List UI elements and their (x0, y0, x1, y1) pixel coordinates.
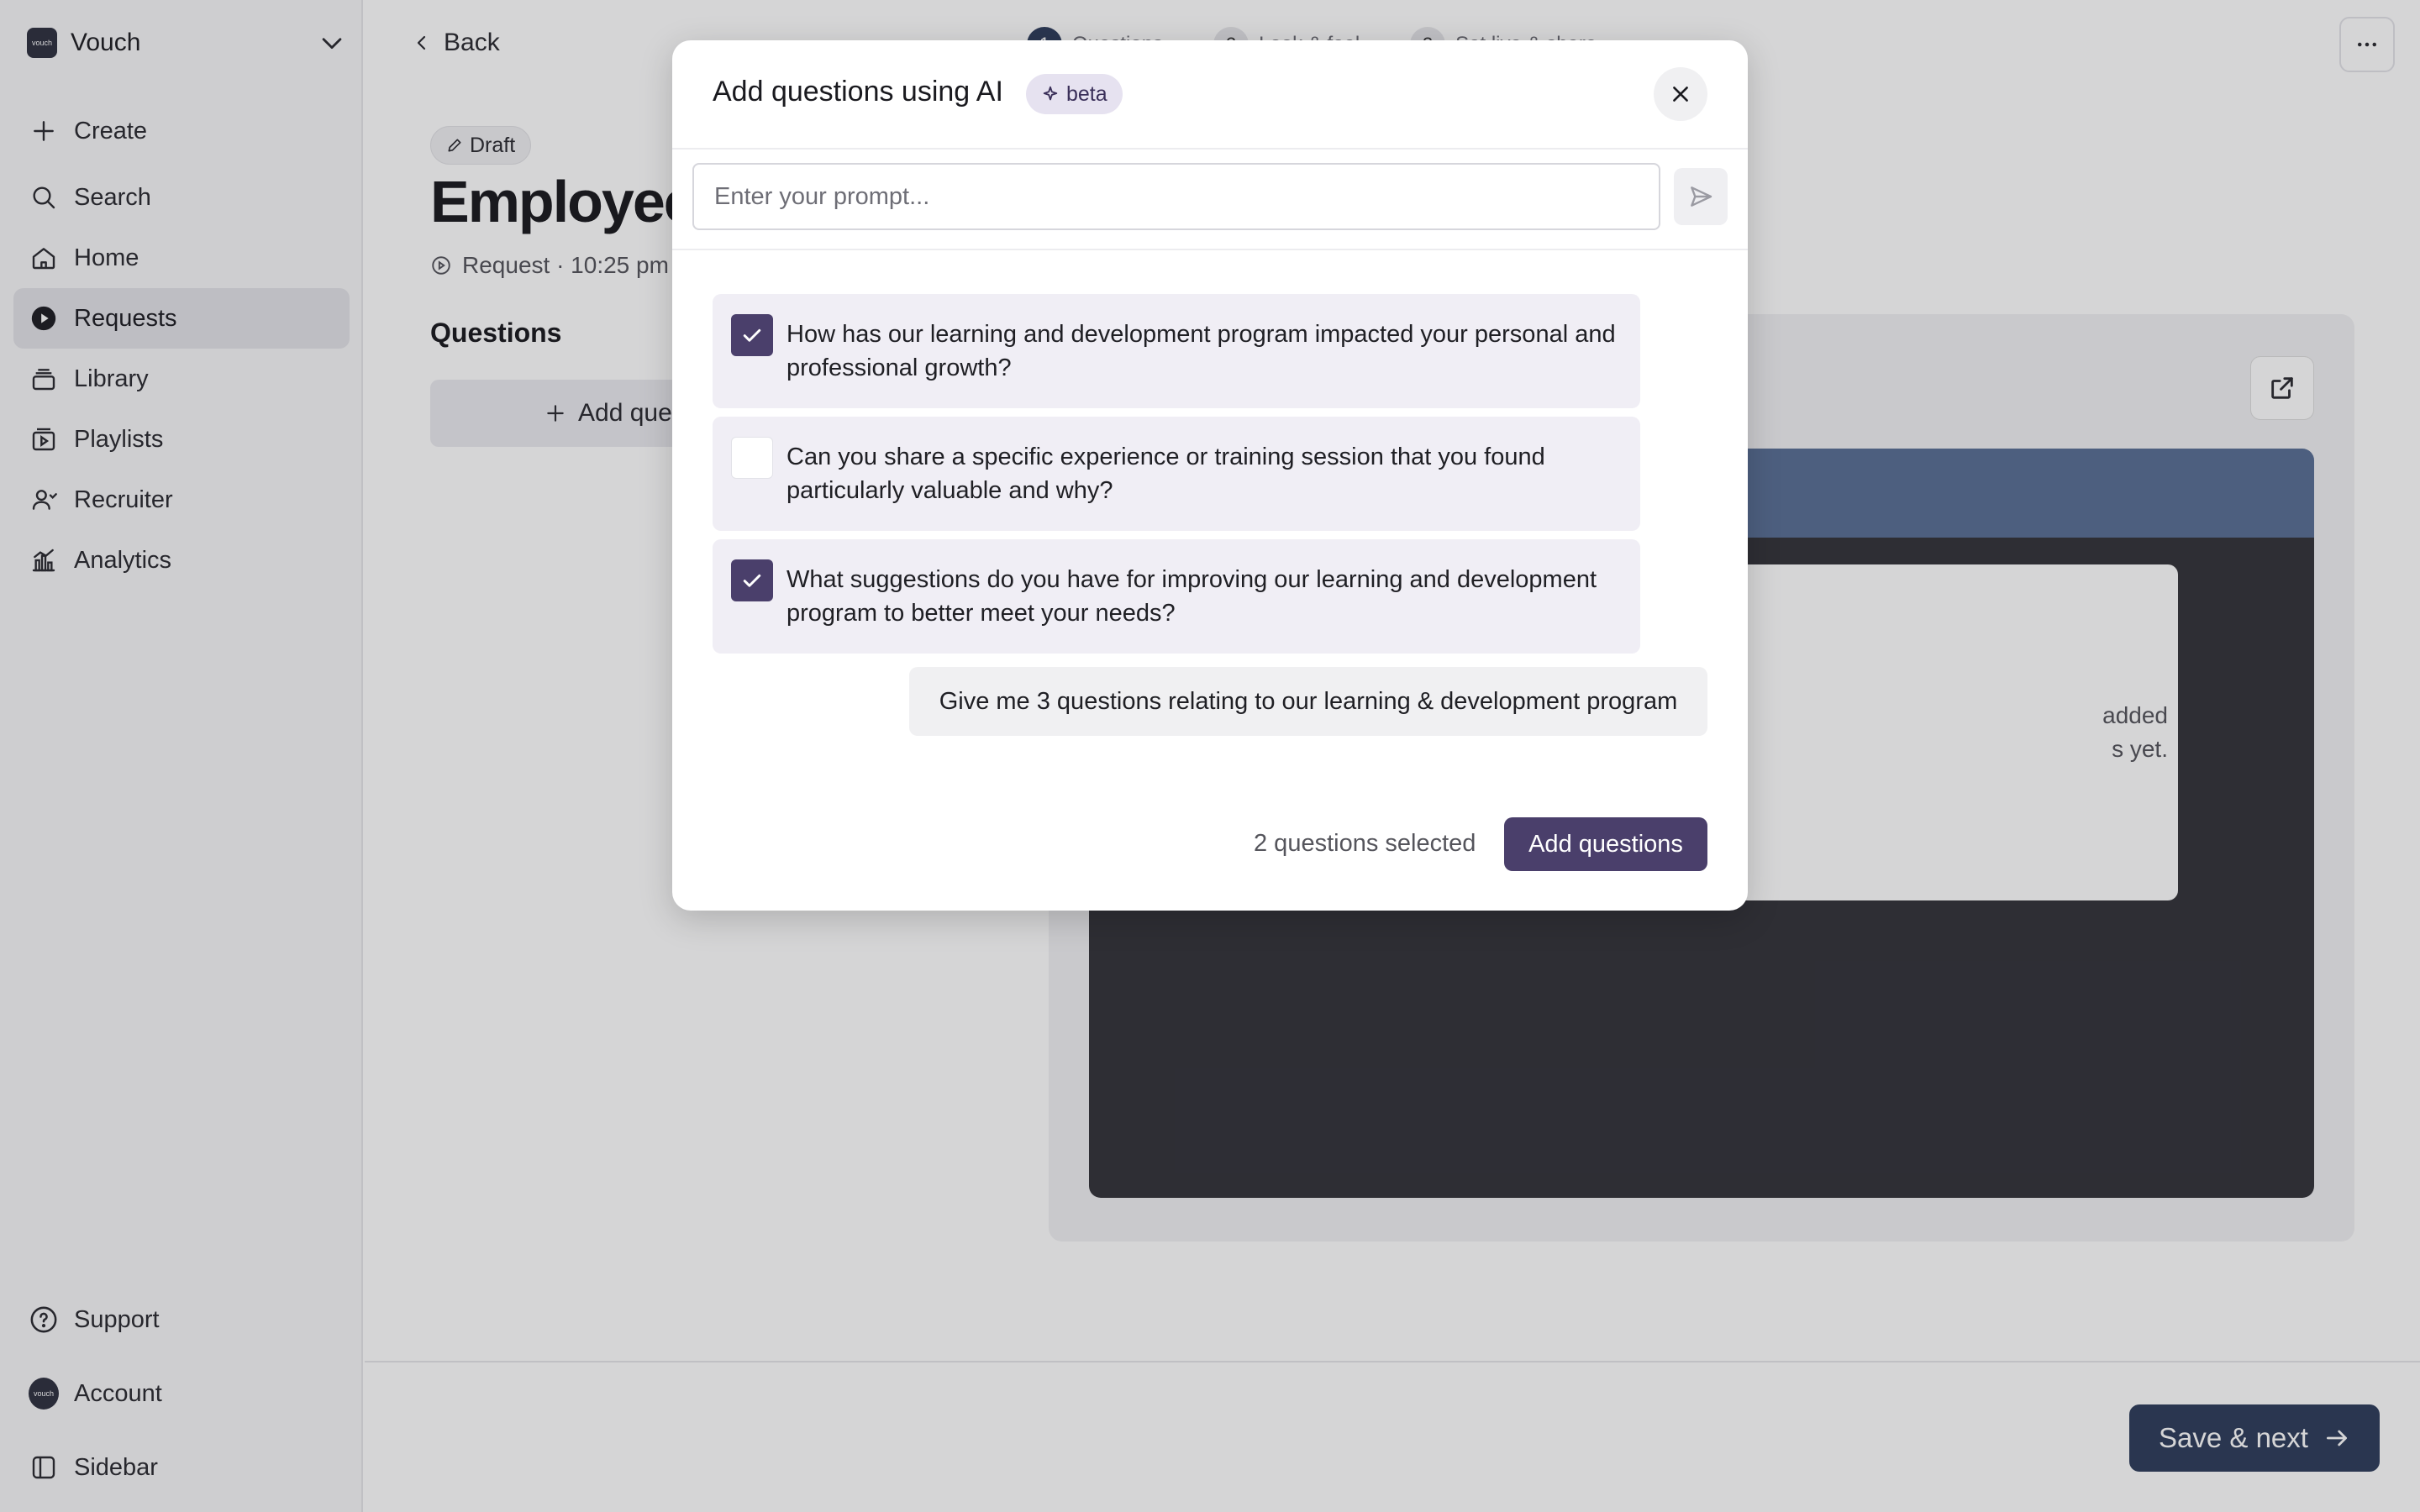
suggested-question[interactable]: Can you share a specific experience or t… (713, 417, 1640, 531)
ai-questions-modal: Add questions using AI beta How has our … (672, 40, 1748, 911)
question-checkbox[interactable] (731, 559, 773, 601)
question-text: What suggestions do you have for improvi… (786, 566, 1597, 627)
question-text: Can you share a specific experience or t… (786, 444, 1545, 504)
selected-count: 2 questions selected (1254, 830, 1476, 857)
question-checkbox[interactable] (731, 437, 773, 479)
user-prompt-bubble: Give me 3 questions relating to our lear… (909, 667, 1707, 736)
add-questions-button[interactable]: Add questions (1504, 817, 1707, 871)
suggested-question[interactable]: How has our learning and development pro… (713, 294, 1640, 408)
checkmark-icon (743, 574, 761, 587)
question-checkbox[interactable] (731, 314, 773, 356)
sparkle-icon (1043, 86, 1058, 101)
close-button[interactable] (1654, 67, 1707, 121)
send-prompt-button[interactable] (1674, 168, 1728, 225)
send-icon (1691, 186, 1712, 207)
beta-badge: beta (1026, 74, 1123, 114)
modal-header: Add questions using AI beta (672, 40, 1748, 150)
modal-title: Add questions using AI (713, 76, 1003, 108)
beta-label: beta (1066, 81, 1107, 106)
prompt-row (672, 150, 1748, 250)
suggested-question[interactable]: What suggestions do you have for improvi… (713, 539, 1640, 654)
close-icon (1673, 87, 1688, 102)
checkmark-icon (743, 328, 761, 342)
question-text: How has our learning and development pro… (786, 321, 1616, 381)
prompt-input[interactable] (692, 163, 1660, 230)
